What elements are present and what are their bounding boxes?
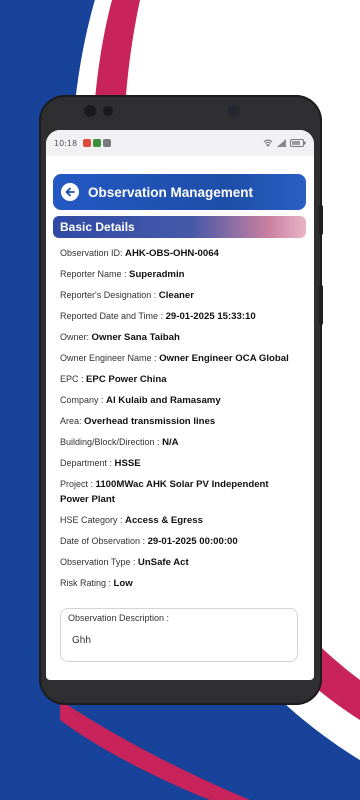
detail-row: Department : HSSE bbox=[60, 456, 300, 471]
detail-label: Reported Date and Time : bbox=[60, 311, 164, 321]
detail-row: EPC : EPC Power China bbox=[60, 372, 300, 387]
detail-value: Superadmin bbox=[129, 269, 185, 280]
detail-value: EPC Power China bbox=[86, 374, 167, 385]
detail-row: Owner Engineer Name : Owner Engineer OCA… bbox=[60, 351, 300, 366]
detail-label: Date of Observation : bbox=[60, 536, 146, 546]
notification-icon bbox=[103, 139, 112, 147]
detail-label: Company : bbox=[60, 395, 104, 405]
detail-row: Reporter Name : Superadmin bbox=[60, 267, 300, 282]
detail-row: Reported Date and Time : 29-01-2025 15:3… bbox=[60, 309, 300, 324]
detail-value: Low bbox=[113, 578, 133, 589]
detail-row: Reporter's Designation : Cleaner bbox=[60, 288, 300, 303]
section-title: Basic Details bbox=[60, 220, 135, 234]
detail-row: Company : Al Kulaib and Ramasamy bbox=[60, 393, 300, 408]
detail-value: N/A bbox=[162, 437, 179, 448]
camera-icon bbox=[84, 105, 96, 117]
detail-label: Project : bbox=[60, 479, 94, 489]
detail-row: Date of Observation : 29-01-2025 00:00:0… bbox=[60, 534, 300, 549]
phone-side-button bbox=[319, 285, 323, 325]
detail-label: Building/Block/Direction : bbox=[60, 437, 160, 447]
detail-label: Reporter Name : bbox=[60, 269, 127, 279]
detail-label: Owner: bbox=[60, 332, 90, 342]
signal-icon bbox=[277, 139, 286, 147]
detail-row: Owner: Owner Sana Taibah bbox=[60, 330, 300, 345]
arrow-left-icon bbox=[65, 187, 75, 197]
status-bar: 10:18 bbox=[46, 130, 314, 156]
detail-row: Area: Overhead transmission lines bbox=[60, 414, 300, 429]
battery-icon bbox=[290, 139, 306, 147]
phone-volume-button bbox=[319, 205, 323, 235]
app-header: Observation Management bbox=[53, 174, 306, 210]
detail-row: Building/Block/Direction : N/A bbox=[60, 435, 300, 450]
detail-value: Overhead transmission lines bbox=[84, 416, 216, 427]
detail-label: Risk Rating : bbox=[60, 578, 112, 588]
detail-row: Risk Rating : Low bbox=[60, 576, 300, 591]
detail-value: Al Kulaib and Ramasamy bbox=[106, 395, 221, 406]
detail-row: Observation Type : UnSafe Act bbox=[60, 555, 300, 570]
back-button[interactable] bbox=[61, 183, 79, 201]
observation-description-box: Observation Description : Ghh bbox=[60, 608, 298, 662]
detail-value: Cleaner bbox=[158, 290, 194, 301]
description-value: Ghh bbox=[72, 635, 91, 646]
detail-label: Area: bbox=[60, 416, 82, 426]
detail-label: Reporter's Designation : bbox=[60, 290, 157, 300]
app-screen: 10:18 Observation Management Basic Detai… bbox=[46, 130, 314, 680]
front-camera-icon bbox=[228, 105, 240, 117]
detail-value: 29-01-2025 00:00:00 bbox=[147, 536, 238, 547]
detail-label: HSE Category : bbox=[60, 515, 123, 525]
detail-value: Owner Sana Taibah bbox=[91, 332, 180, 343]
detail-label: Observation Type : bbox=[60, 557, 136, 567]
details-list: Observation ID: AHK-OBS-OHN-0064 Reporte… bbox=[60, 246, 300, 597]
status-time: 10:18 bbox=[54, 138, 78, 148]
detail-value: AHK-OBS-OHN-0064 bbox=[125, 248, 219, 259]
detail-value: UnSafe Act bbox=[137, 557, 189, 568]
notification-icon bbox=[93, 139, 102, 147]
detail-value: 29-01-2025 15:33:10 bbox=[165, 311, 256, 322]
detail-row: Project : 1100MWac AHK Solar PV Independ… bbox=[60, 477, 300, 507]
detail-label: Observation ID: bbox=[60, 248, 123, 258]
section-header: Basic Details bbox=[53, 216, 306, 238]
detail-label: EPC : bbox=[60, 374, 84, 384]
notification-icon bbox=[83, 139, 92, 147]
page-title: Observation Management bbox=[88, 184, 254, 200]
detail-row: HSE Category : Access & Egress bbox=[60, 513, 300, 528]
detail-row: Observation ID: AHK-OBS-OHN-0064 bbox=[60, 246, 300, 261]
detail-value: Access & Egress bbox=[125, 515, 203, 526]
detail-value: HSSE bbox=[114, 458, 141, 469]
detail-label: Owner Engineer Name : bbox=[60, 353, 157, 363]
sensor-icon bbox=[103, 106, 113, 116]
detail-label: Department : bbox=[60, 458, 113, 468]
detail-value: Owner Engineer OCA Global bbox=[159, 353, 289, 364]
wifi-icon bbox=[263, 139, 273, 147]
description-label: Observation Description : bbox=[68, 613, 170, 623]
